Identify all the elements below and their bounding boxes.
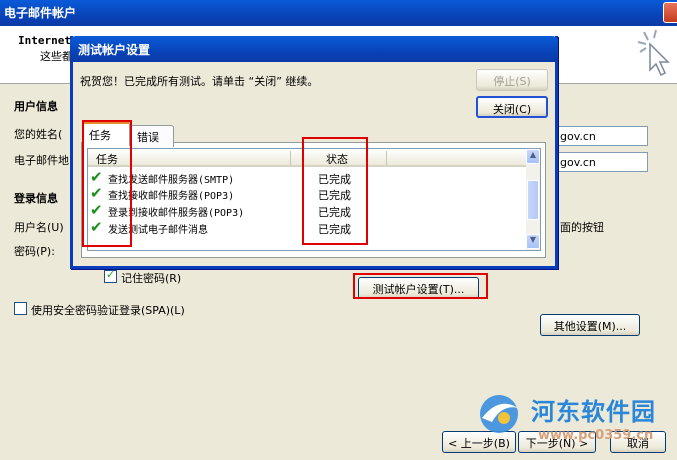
watermark-logo-icon <box>480 395 518 433</box>
scroll-down-icon[interactable]: ▼ <box>526 234 540 249</box>
column-divider <box>290 151 291 165</box>
remember-password-label: 记住密码(R) <box>121 272 182 285</box>
more-settings-button[interactable]: 其他设置(M)... <box>540 314 640 336</box>
username-label: 用户名(U) <box>14 221 64 234</box>
dialog-titlebar: 测试帐户设置 <box>70 36 558 62</box>
column-divider <box>386 151 387 165</box>
watermark-url: www.pc0359.cn <box>538 428 654 443</box>
login-info-heading: 登录信息 <box>14 192 58 205</box>
dialog-title: 测试帐户设置 <box>78 43 151 57</box>
window-close-button[interactable] <box>663 2 677 23</box>
your-name-label: 您的姓名( <box>14 128 63 141</box>
spa-label: 使用安全密码验证登录(SPA)(L) <box>31 304 185 317</box>
dialog-message: 祝贺您！已完成所有测试。请单击 “关闭” 继续。 <box>80 75 319 88</box>
watermark-name: 河东软件园 <box>531 398 656 426</box>
instruction-text-partial: 面的按钮 <box>560 221 604 234</box>
name-field[interactable]: gov.cn <box>556 126 648 146</box>
highlight-status-column <box>302 137 368 245</box>
window-title: 电子邮件帐户 <box>4 6 77 20</box>
close-button[interactable]: 关闭(C) <box>476 96 548 118</box>
email-label: 电子邮件地 <box>14 154 69 167</box>
tab-errors[interactable]: 错误 <box>130 125 174 147</box>
highlight-test-button <box>353 273 488 299</box>
password-label: 密码(P): <box>14 245 55 258</box>
cursor-sparkle-icon <box>637 29 670 77</box>
window-titlebar: 电子邮件帐户 <box>0 0 677 26</box>
stop-button[interactable]: 停止(S) <box>476 69 548 91</box>
email-field[interactable]: gov.cn <box>556 152 648 172</box>
wizard-header-subtitle: 这些都 <box>40 50 73 63</box>
scroll-up-icon[interactable]: ▲ <box>526 149 540 164</box>
scroll-thumb[interactable] <box>527 180 539 220</box>
highlight-task-column <box>82 120 132 247</box>
user-info-heading: 用户信息 <box>14 100 58 113</box>
remember-password-checkbox[interactable] <box>104 268 117 283</box>
wizard-header-title: Internet <box>18 34 71 47</box>
spa-checkbox[interactable] <box>14 302 27 315</box>
